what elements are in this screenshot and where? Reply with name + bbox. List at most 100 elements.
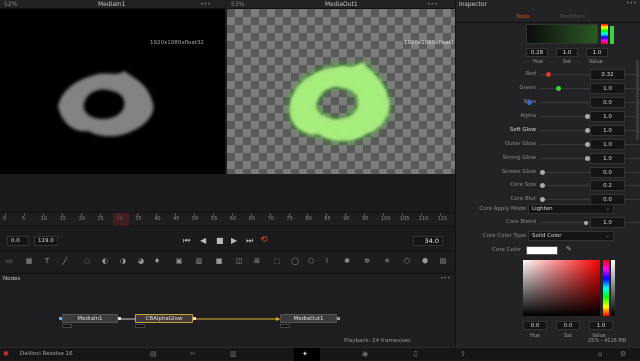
particle-emitter-icon[interactable]: ✱: [342, 256, 352, 266]
end-time-field[interactable]: 119.0: [34, 236, 58, 246]
viewer-options-icon[interactable]: •••: [427, 1, 438, 8]
picker-hue-field[interactable]: 0.0: [523, 321, 547, 330]
cut-page-icon[interactable]: ✂: [190, 350, 196, 358]
glow-tool-icon[interactable]: ♦: [152, 256, 162, 266]
param-row: Soft Glow 1.0: [456, 125, 640, 137]
core-blend-value[interactable]: 1.0: [590, 217, 625, 228]
core-color-swatch[interactable]: [526, 246, 558, 255]
param-row: Red 0.32: [456, 69, 640, 81]
glow-color-gradient[interactable]: [526, 24, 598, 44]
param-slider-knob[interactable]: [540, 183, 545, 188]
play-icon[interactable]: ▶: [231, 236, 237, 245]
timeline-ruler[interactable]: 0510152025303540455055606570758085909510…: [0, 212, 455, 226]
param-slider-knob[interactable]: [540, 197, 545, 202]
tab-modifiers[interactable]: Modifiers: [560, 14, 585, 20]
mask-tool-icon[interactable]: ■: [214, 256, 224, 266]
param-label: Outer Glow: [504, 141, 536, 147]
glow-alpha-bar[interactable]: [610, 26, 614, 44]
param-value[interactable]: 1.0: [590, 125, 625, 136]
core-color-picker[interactable]: [523, 260, 600, 316]
param-value[interactable]: 0.0: [590, 97, 625, 108]
nodes-panel[interactable]: Nodes ••• MediaIn1 CBAlphaGlow MediaOut1: [0, 273, 455, 347]
loop-icon[interactable]: ⟲: [260, 235, 268, 245]
core-color-row: Core Color ✎: [456, 245, 640, 257]
rectangle-mask-icon[interactable]: ⬚: [272, 256, 282, 266]
settings-icon[interactable]: ⚙: [620, 350, 626, 358]
edit-page-icon[interactable]: ▥: [230, 350, 237, 358]
background-tool-icon[interactable]: ▭: [4, 256, 14, 266]
param-slider-knob[interactable]: [540, 170, 545, 175]
param-slider-knob[interactable]: [527, 100, 532, 105]
zoom-left[interactable]: 52%: [4, 1, 17, 8]
ellipse-mask-icon[interactable]: ◯: [290, 256, 300, 266]
param-value[interactable]: 0.32: [590, 69, 625, 80]
paint-tool-icon[interactable]: ▦: [24, 256, 34, 266]
eyedropper-icon[interactable]: ✎: [566, 245, 572, 253]
param-value[interactable]: 0.2: [590, 180, 625, 191]
viewer-right[interactable]: 1920x1080xfloat16: [227, 9, 458, 174]
param-slider-knob[interactable]: [556, 86, 561, 91]
param-value[interactable]: 1.0: [590, 139, 625, 150]
particle-render-icon[interactable]: ✲: [362, 256, 372, 266]
inspector-options-icon[interactable]: •••: [626, 0, 637, 7]
tick-label: 115: [437, 216, 448, 222]
core-blend-knob[interactable]: [584, 221, 588, 225]
core-hue-bar[interactable]: [603, 260, 609, 316]
go-to-end-icon[interactable]: ⏭: [246, 236, 253, 246]
3d-shape-icon[interactable]: ⬡: [402, 256, 412, 266]
hue-field[interactable]: 0.28: [526, 48, 548, 57]
app-name: DaVinci Resolve 16: [20, 351, 73, 357]
param-value[interactable]: 1.0: [590, 153, 625, 164]
param-value[interactable]: 1.0: [590, 111, 625, 122]
media-page-icon[interactable]: ▤: [150, 350, 157, 358]
deliver-page-icon[interactable]: ⇪: [460, 350, 466, 358]
color-page-icon[interactable]: ◉: [362, 350, 368, 358]
tick-label: 65: [248, 216, 256, 222]
node-mediain1[interactable]: MediaIn1: [62, 314, 118, 323]
core-color-type-select[interactable]: Solid Color ⌄: [528, 231, 614, 241]
bspline-mask-icon[interactable]: ⌇: [322, 256, 332, 266]
merge-tool-icon[interactable]: ▣: [174, 256, 184, 266]
viewer-left[interactable]: 1920x1080xfloat32: [0, 9, 225, 174]
fairlight-page-icon[interactable]: ♫: [412, 350, 418, 358]
go-to-start-icon[interactable]: ⏮: [183, 236, 190, 246]
play-reverse-icon[interactable]: ◀: [200, 236, 206, 245]
transform-tool-icon[interactable]: ◫: [234, 256, 244, 266]
picker-sat-field[interactable]: 0.0: [556, 321, 580, 330]
start-time-field[interactable]: 0.0: [7, 236, 29, 246]
node-cbalphaglow[interactable]: CBAlphaGlow: [135, 314, 193, 323]
3d-merge-icon[interactable]: ⬢: [420, 256, 430, 266]
stop-icon[interactable]: ■: [216, 236, 224, 245]
inspector-scrollbar[interactable]: [636, 60, 639, 140]
viewer-options-icon[interactable]: •••: [200, 1, 211, 8]
tab-tools[interactable]: Tools: [516, 14, 530, 20]
core-alpha-bar[interactable]: [611, 260, 615, 316]
brightness-tool-icon[interactable]: ◑: [118, 256, 128, 266]
picker-value-field[interactable]: 1.0: [589, 321, 613, 330]
value-field[interactable]: 1.0: [586, 48, 608, 57]
curves-tool-icon[interactable]: ◕: [136, 256, 146, 266]
fusion-page-icon[interactable]: ✦: [302, 350, 308, 358]
param-value[interactable]: 1.0: [590, 83, 625, 94]
sat-field[interactable]: 1.0: [556, 48, 578, 57]
home-icon[interactable]: ⌂: [598, 350, 602, 358]
particle-tool-icon[interactable]: ✳: [382, 256, 392, 266]
core-apply-mode-row: Core Apply Mode Lighten ⌄: [456, 204, 640, 216]
current-time-field[interactable]: 34.0: [413, 236, 443, 246]
polygon-mask-icon[interactable]: ⬠: [306, 256, 316, 266]
3d-render-icon[interactable]: ▤: [438, 256, 448, 266]
color-tool-icon[interactable]: ◐: [100, 256, 110, 266]
brush-tool-icon[interactable]: ╱: [60, 256, 70, 266]
glow-hue-bar[interactable]: [601, 24, 608, 44]
node-mediaout1[interactable]: MediaOut1: [280, 314, 337, 323]
core-apply-mode-select[interactable]: Lighten ⌄: [528, 204, 614, 214]
matte-tool-icon[interactable]: ▥: [194, 256, 204, 266]
tracker-tool-icon[interactable]: ⊞: [252, 256, 262, 266]
param-value[interactable]: 0.0: [590, 167, 625, 178]
zoom-right[interactable]: 53%: [231, 1, 244, 8]
text-tool-icon[interactable]: T: [42, 256, 52, 266]
tick-label: 5: [21, 216, 26, 222]
inspector-tabs: Tools Modifiers: [456, 11, 640, 23]
blur-tool-icon[interactable]: ◌: [82, 256, 92, 266]
param-slider-knob[interactable]: [546, 72, 551, 77]
